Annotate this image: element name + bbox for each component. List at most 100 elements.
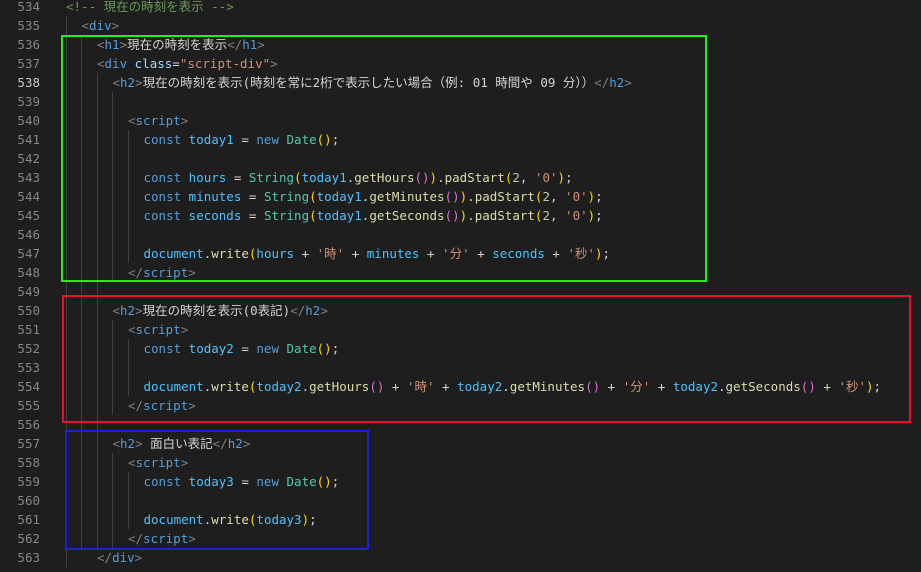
code-token: + xyxy=(384,379,407,394)
code-line[interactable]: 548 </script> xyxy=(0,263,921,282)
code-line[interactable]: 545 const seconds = String(today1. getSeco… xyxy=(0,206,921,225)
code-line[interactable]: 557 <h2> 面白い表記</h2> xyxy=(0,434,921,453)
code-token: < xyxy=(128,455,136,470)
line-number: 554 xyxy=(17,379,40,394)
line-number: 539 xyxy=(17,94,40,109)
code-token: 2 xyxy=(542,208,550,223)
code-token: </ xyxy=(290,303,306,318)
code-token: . xyxy=(467,208,475,223)
code-line[interactable]: 538 <h2>現在の時刻を表示(時刻を常に2桁で表示したい場合（例: 01 時間… xyxy=(0,73,921,92)
code-line[interactable]: 556 xyxy=(0,415,921,434)
code-line[interactable]: 546 xyxy=(0,225,921,244)
code-line[interactable]: 536 <h1>現在の時刻を表示</h1> xyxy=(0,35,921,54)
code-line[interactable]: 535 <div> xyxy=(0,16,921,35)
code-line[interactable]: 563 </div> xyxy=(0,548,921,567)
code-token: + xyxy=(600,379,623,394)
code-token: + xyxy=(544,246,568,261)
code-token: > xyxy=(111,18,120,33)
code-token: > xyxy=(180,455,189,470)
code-line[interactable]: 553 xyxy=(0,358,921,377)
code-token: class xyxy=(134,56,173,71)
code-token: > xyxy=(188,531,196,546)
code-text[interactable]: <h2> 面白い表記</h2> xyxy=(113,434,251,453)
code-token: > xyxy=(270,56,278,71)
code-line[interactable]: 552 const today2 = new Date(); xyxy=(0,339,921,358)
code-line[interactable]: 560 xyxy=(0,491,921,510)
code-token: '0' xyxy=(565,208,588,223)
code-line[interactable]: 559 const today3 = new Date(); xyxy=(0,472,921,491)
code-token: String xyxy=(263,189,310,204)
code-token: write xyxy=(211,246,249,261)
code-token: </ xyxy=(227,37,243,52)
code-text[interactable]: document.write(hours + '時' + minutes + '… xyxy=(144,244,611,263)
code-text[interactable]: const hours = String(today1.getHours()).… xyxy=(144,168,573,187)
code-text[interactable]: </div> xyxy=(97,548,142,567)
code-token: + xyxy=(469,246,493,261)
line-number: 553 xyxy=(17,360,40,375)
code-line[interactable]: 554 document.write(today2.getHours() + '時… xyxy=(0,377,921,396)
code-token: String xyxy=(263,208,310,223)
code-line[interactable]: 541 const today1 = new Date(); xyxy=(0,130,921,149)
code-text[interactable]: const seconds = String(today1. getSeconds… xyxy=(144,206,603,225)
code-line[interactable]: 534 <!-- 現在の時刻を表示 --> xyxy=(0,0,921,16)
code-line[interactable]: 561 document.write(today3); xyxy=(0,510,921,529)
code-text[interactable]: <script> xyxy=(128,320,188,339)
code-line[interactable]: 562 </script> xyxy=(0,529,921,548)
code-token: 現在の時刻を表示(時刻を常に2桁で表示したい場合（例: 01 時間や 09 分）… xyxy=(142,75,595,90)
code-line[interactable]: 540 <script> xyxy=(0,111,921,130)
code-text[interactable]: <script> xyxy=(128,111,188,130)
code-text[interactable]: <h1>現在の時刻を表示</h1> xyxy=(97,35,265,54)
code-text[interactable]: <div class="script-div"> xyxy=(97,54,278,73)
line-number: 555 xyxy=(17,398,40,413)
code-text[interactable]: const minutes = String(today1. getMinutes… xyxy=(144,187,603,206)
line-number: 547 xyxy=(17,246,40,261)
code-text[interactable]: <!-- 現在の時刻を表示 --> xyxy=(66,0,234,16)
code-text[interactable]: document.write(today2.getHours() + '時' +… xyxy=(144,377,882,396)
code-token: > xyxy=(242,436,251,451)
code-token: </ xyxy=(97,550,113,565)
code-text[interactable]: </script> xyxy=(128,263,196,282)
code-line[interactable]: 543 const hours = String(today1. getHours(… xyxy=(0,168,921,187)
code-text[interactable]: const today3 = new Date(); xyxy=(144,472,340,491)
code-text[interactable]: </script> xyxy=(128,396,196,415)
code-token: ) xyxy=(557,170,566,185)
code-line[interactable]: 558 <script> xyxy=(0,453,921,472)
code-text[interactable]: <h2>現在の時刻を表示(0表記)</h2> xyxy=(113,301,328,320)
code-editor[interactable]: 534 <!-- 現在の時刻を表示 --> 535 <div> 536 <h1>現在の時刻… xyxy=(0,0,921,572)
code-line[interactable]: 544 const minutes = String(today1. getMinu… xyxy=(0,187,921,206)
code-token: < xyxy=(112,75,121,90)
code-token: script xyxy=(143,265,189,280)
code-line[interactable]: 555 </script> xyxy=(0,396,921,415)
code-text[interactable]: const today1 = new Date(); xyxy=(144,130,340,149)
line-number: 544 xyxy=(17,189,40,204)
code-line[interactable]: 549 xyxy=(0,282,921,301)
code-token: + xyxy=(344,246,367,261)
code-token: ) xyxy=(595,246,603,261)
code-line[interactable]: 542 xyxy=(0,149,921,168)
code-text[interactable]: </script> xyxy=(128,529,196,548)
code-line[interactable]: 539 xyxy=(0,92,921,111)
code-token: Date xyxy=(286,341,317,356)
code-line[interactable]: 550 <h2>現在の時刻を表示(0表記)</h2> xyxy=(0,301,921,320)
line-number: 561 xyxy=(17,512,40,527)
code-text[interactable]: document.write(today3); xyxy=(144,510,317,529)
code-text[interactable]: <div> xyxy=(82,16,120,35)
code-token: write xyxy=(211,512,249,527)
code-token: const xyxy=(143,208,182,223)
code-line[interactable]: 537 <div class="script-div"> xyxy=(0,54,921,73)
code-token: script xyxy=(135,322,181,337)
code-text[interactable]: <script> xyxy=(128,453,188,472)
code-token: () xyxy=(585,379,601,394)
code-token: ( xyxy=(294,170,302,185)
code-token: <!-- 現在の時刻を表示 --> xyxy=(66,0,234,14)
code-token: > xyxy=(180,322,189,337)
code-text[interactable]: <h2>現在の時刻を表示(時刻を常に2桁で表示したい場合（例: 01 時間や 0… xyxy=(113,73,632,92)
code-line[interactable]: 551 <script> xyxy=(0,320,921,339)
code-token: '分' xyxy=(442,246,470,261)
code-text[interactable]: const today2 = new Date(); xyxy=(144,339,340,358)
code-line[interactable]: 547 document.write(hours + '時' + minutes … xyxy=(0,244,921,263)
code-token: script xyxy=(135,113,181,128)
line-number: 546 xyxy=(17,227,40,242)
code-token: minutes xyxy=(188,189,242,204)
